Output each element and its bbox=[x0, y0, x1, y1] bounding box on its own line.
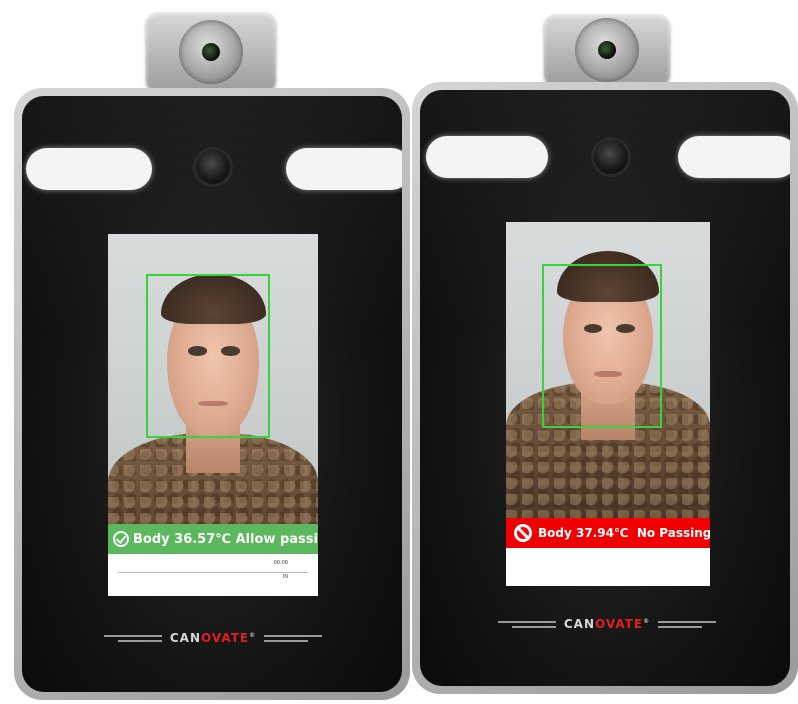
fill-light-left bbox=[426, 136, 548, 178]
display-screen: Body 37.94℃ No Passing bbox=[506, 222, 710, 586]
info-area bbox=[506, 548, 710, 586]
check-circle-icon bbox=[113, 531, 129, 547]
front-camera-icon bbox=[196, 150, 230, 184]
fill-light-left bbox=[26, 148, 152, 190]
terminal-frame: Body 36.57℃ Allow passing 00:00 IN CANOV… bbox=[14, 88, 410, 700]
info-line-2: IN bbox=[282, 574, 288, 580]
info-divider bbox=[118, 572, 308, 573]
front-camera-icon bbox=[594, 140, 628, 174]
thermal-camera-module bbox=[146, 12, 276, 92]
brand-logo: CANOVATE® bbox=[102, 628, 324, 648]
fill-light-right bbox=[678, 136, 790, 178]
logo-lines-left bbox=[103, 634, 162, 642]
status-bar: Body 36.57℃ Allow passing bbox=[108, 524, 318, 554]
brand-name: CANOVATE® bbox=[563, 617, 651, 631]
info-line-1: 00:00 bbox=[273, 560, 288, 566]
info-area: 00:00 IN bbox=[108, 554, 318, 596]
terminal-frame: Body 37.94℃ No Passing CANOVATE® bbox=[412, 82, 798, 694]
status-text: Body 36.57℃ Allow passing bbox=[133, 531, 318, 547]
terminal-panel: Body 36.57℃ Allow passing 00:00 IN CANOV… bbox=[22, 96, 402, 692]
terminal-panel: Body 37.94℃ No Passing CANOVATE® bbox=[420, 90, 790, 686]
logo-lines-left bbox=[497, 620, 556, 628]
no-entry-icon bbox=[514, 524, 532, 542]
status-bar: Body 37.94℃ No Passing bbox=[506, 518, 710, 548]
logo-lines-right bbox=[658, 620, 717, 628]
thermal-lens-icon bbox=[575, 18, 639, 82]
face-detection-box bbox=[542, 264, 662, 428]
display-screen: Body 36.57℃ Allow passing 00:00 IN bbox=[108, 234, 318, 596]
thermal-camera-module bbox=[544, 14, 670, 86]
fill-light-right bbox=[286, 148, 402, 190]
thermal-lens-icon bbox=[179, 20, 243, 84]
left-terminal: Body 36.57℃ Allow passing 00:00 IN CANOV… bbox=[0, 0, 420, 704]
face-detection-box bbox=[146, 274, 270, 438]
brand-logo: CANOVATE® bbox=[496, 614, 718, 634]
status-text: Body 37.94℃ No Passing bbox=[538, 526, 710, 540]
logo-lines-right bbox=[264, 634, 323, 642]
right-terminal: Body 37.94℃ No Passing CANOVATE® bbox=[404, 0, 798, 704]
brand-name: CANOVATE® bbox=[169, 631, 257, 645]
